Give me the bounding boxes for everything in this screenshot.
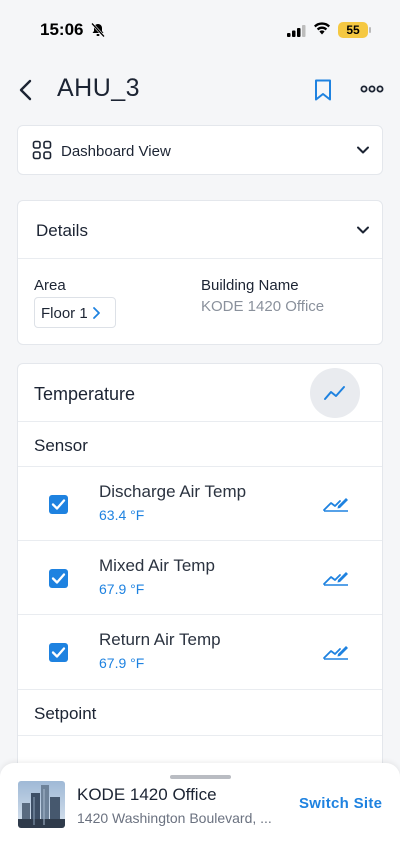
drag-handle[interactable]: [170, 775, 231, 779]
site-address: 1420 Washington Boulevard, ...: [77, 810, 272, 826]
edit-trend-icon[interactable]: [322, 568, 350, 591]
chevron-down-icon: [356, 223, 370, 242]
sensor-value: 67.9 °F: [99, 581, 145, 597]
sensor-name: Return Air Temp: [99, 630, 221, 649]
details-card: Details Area Floor 1 Building Name KODE …: [17, 200, 383, 345]
back-arrow-icon[interactable]: [16, 76, 38, 104]
dashboard-view-selector[interactable]: Dashboard View: [17, 125, 383, 175]
details-header[interactable]: Details: [18, 201, 382, 259]
site-thumbnail: [18, 781, 65, 828]
signal-icon: [287, 24, 307, 42]
details-title: Details: [36, 221, 88, 240]
sensor-row-mixed-air-temp: Mixed Air Temp 67.9 °F: [18, 540, 382, 614]
bell-off-icon: [90, 22, 106, 43]
grid-icon: [32, 140, 52, 165]
more-options-icon[interactable]: [360, 82, 384, 100]
sensor-row-discharge-air-temp: Discharge Air Temp 63.4 °F: [18, 466, 382, 540]
switch-site-button[interactable]: Switch Site: [299, 795, 382, 812]
area-link-button[interactable]: Floor 1: [34, 297, 116, 328]
sensor-checkbox[interactable]: [49, 495, 68, 514]
area-value: Floor 1: [41, 305, 88, 322]
status-time: 15:06: [40, 20, 84, 39]
sensor-name: Mixed Air Temp: [99, 556, 215, 575]
sensor-row-return-air-temp: Return Air Temp 67.9 °F: [18, 614, 382, 688]
status-bar: 15:06 55: [0, 0, 400, 56]
sensor-checkbox[interactable]: [49, 643, 68, 662]
divider: [18, 421, 382, 422]
wifi-icon: [313, 21, 331, 40]
edit-trend-icon[interactable]: [322, 642, 350, 665]
dashboard-view-label: Dashboard View: [61, 143, 171, 160]
bookmark-icon[interactable]: [312, 78, 334, 107]
chevron-right-icon: [91, 306, 101, 325]
site-name: KODE 1420 Office: [77, 785, 217, 804]
site-bottom-sheet: KODE 1420 Office 1420 Washington Bouleva…: [0, 763, 400, 867]
battery-cap: [369, 27, 371, 33]
chevron-down-icon: [356, 143, 370, 162]
temperature-card: Temperature Sensor Discharge Air Temp 63…: [17, 363, 383, 773]
trend-chart-button[interactable]: [310, 368, 360, 418]
battery-indicator: 55: [338, 22, 368, 38]
page-title: AHU_3: [57, 74, 141, 102]
building-name-value: KODE 1420 Office: [201, 298, 325, 315]
area-label: Area: [34, 277, 66, 294]
sensor-value: 63.4 °F: [99, 507, 145, 523]
sensor-name: Discharge Air Temp: [99, 482, 247, 501]
edit-trend-icon[interactable]: [322, 494, 350, 517]
temperature-title: Temperature: [34, 384, 136, 404]
divider: [18, 689, 382, 690]
divider: [18, 735, 382, 736]
setpoint-section-label: Setpoint: [34, 704, 97, 723]
sensor-value: 67.9 °F: [99, 655, 145, 671]
sensor-section-label: Sensor: [34, 436, 88, 455]
building-name-label: Building Name: [201, 277, 299, 294]
trend-line-icon: [323, 383, 347, 408]
sensor-checkbox[interactable]: [49, 569, 68, 588]
